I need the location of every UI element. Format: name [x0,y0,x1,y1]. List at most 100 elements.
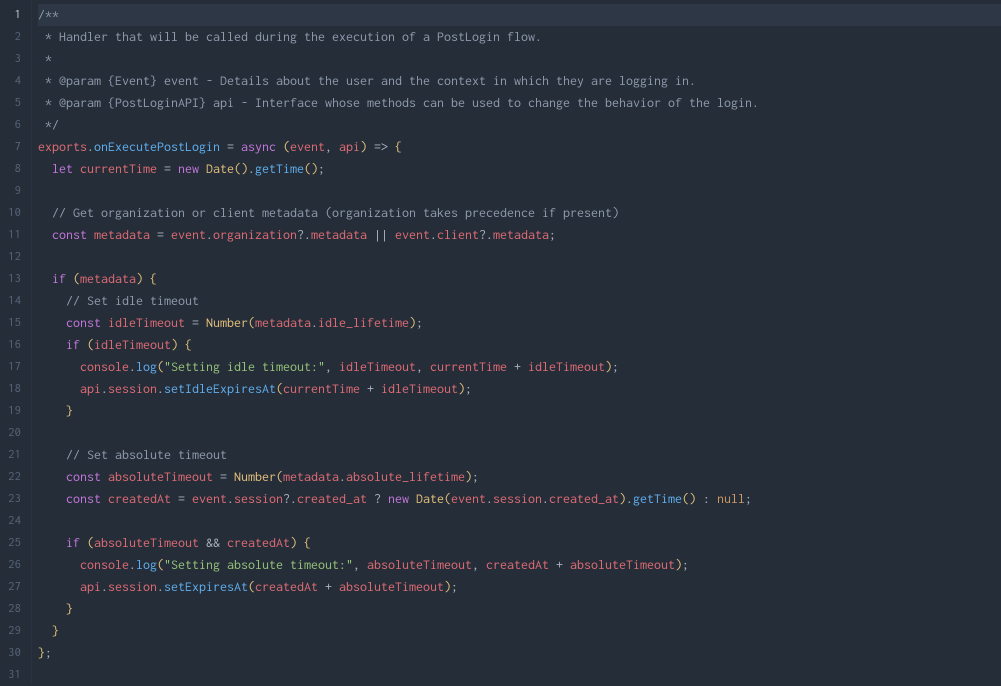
code-line[interactable]: /** [38,4,1001,26]
code-line[interactable]: }; [38,642,1001,664]
line-number: 1 [6,4,21,26]
code-token: . [430,227,437,242]
line-number: 7 [6,136,21,158]
code-line[interactable]: // Set idle timeout [38,290,1001,312]
code-token: . [339,469,346,484]
code-token: . [206,227,213,242]
line-number: 14 [6,290,21,312]
code-line[interactable] [38,246,1001,268]
code-token: currentTime [80,161,157,176]
code-line[interactable]: * Handler that will be called during the… [38,26,1001,48]
code-token: absoluteTimeout [570,557,675,572]
code-token [199,161,206,176]
code-line[interactable] [38,422,1001,444]
code-token [38,623,52,638]
code-token: metadata [255,315,311,330]
code-token [38,491,66,506]
code-line[interactable]: if (metadata) { [38,268,1001,290]
code-token: ( [248,315,255,330]
code-line[interactable]: const createdAt = event.session?.created… [38,488,1001,510]
code-token [171,161,178,176]
code-token: metadata [311,227,367,242]
code-line[interactable]: * @param {PostLoginAPI} api - Interface … [38,92,1001,114]
code-token [38,469,66,484]
code-token: . [129,359,136,374]
code-token: ; [682,557,689,572]
code-token [101,469,108,484]
code-token: () [682,491,696,506]
code-token: session [234,491,283,506]
code-line[interactable] [38,180,1001,202]
code-token [101,315,108,330]
code-token: ( [276,381,283,396]
code-line[interactable]: if (idleTimeout) { [38,334,1001,356]
code-token: , [325,359,339,374]
code-line[interactable]: */ [38,114,1001,136]
code-token: ? [374,491,381,506]
code-token: created_at [297,491,367,506]
code-token: const [52,227,87,242]
code-token: * Handler that will be called during the… [38,29,542,44]
code-token [38,403,66,418]
code-token: = [157,227,164,242]
code-token: metadata [80,271,136,286]
code-token: ; [451,579,458,594]
code-line[interactable]: * @param {Event} event - Details about t… [38,70,1001,92]
code-token: if [66,337,80,352]
code-token: => [374,139,388,154]
line-number: 25 [6,532,21,554]
code-token: createdAt [227,535,290,550]
code-token: console [80,557,129,572]
code-editor[interactable]: 1234567891011121314151617181920212223242… [0,0,1001,685]
code-line[interactable]: exports.onExecutePostLogin = async (even… [38,136,1001,158]
code-token: ( [283,139,290,154]
line-number: 29 [6,620,21,642]
code-token: { [150,271,157,286]
line-number: 4 [6,70,21,92]
code-token: new [388,491,409,506]
code-token: ; [465,381,472,396]
code-line[interactable]: } [38,620,1001,642]
code-token [38,601,66,616]
code-token: ( [87,337,94,352]
code-line[interactable]: const idleTimeout = Number(metadata.idle… [38,312,1001,334]
code-line[interactable]: console.log("Setting idle timeout:", idl… [38,356,1001,378]
line-number: 28 [6,598,21,620]
code-line[interactable]: console.log("Setting absolute timeout:",… [38,554,1001,576]
code-line[interactable]: api.session.setIdleExpiresAt(currentTime… [38,378,1001,400]
line-number: 19 [6,400,21,422]
code-token: ; [416,315,423,330]
code-token: . [157,381,164,396]
code-token [297,535,304,550]
code-token: createdAt [255,579,318,594]
code-line[interactable] [38,510,1001,532]
code-line[interactable]: api.session.setExpiresAt(createdAt + abs… [38,576,1001,598]
code-token [101,491,108,506]
code-token: = [220,469,227,484]
code-token [38,535,66,550]
code-line[interactable]: const metadata = event.organization?.met… [38,224,1001,246]
code-token: metadata [94,227,150,242]
code-line[interactable]: } [38,598,1001,620]
code-token: ; [318,161,325,176]
code-token [409,491,416,506]
code-line[interactable]: if (absoluteTimeout && createdAt) { [38,532,1001,554]
code-line[interactable] [38,664,1001,686]
code-token: + [325,579,332,594]
code-line[interactable]: const absoluteTimeout = Number(metadata.… [38,466,1001,488]
code-token: . [626,491,633,506]
code-line[interactable]: * [38,48,1001,70]
line-number: 26 [6,554,21,576]
code-area[interactable]: /** * Handler that will be called during… [32,0,1001,685]
code-token: event [171,227,206,242]
code-line[interactable]: // Get organization or client metadata (… [38,202,1001,224]
code-token [227,469,234,484]
code-token: ) [605,359,612,374]
code-token [507,359,514,374]
code-token: ) [619,491,626,506]
code-token: idleTimeout [108,315,185,330]
code-line[interactable]: // Set absolute timeout [38,444,1001,466]
code-line[interactable]: } [38,400,1001,422]
code-token: exports [38,139,87,154]
code-line[interactable]: let currentTime = new Date().getTime(); [38,158,1001,180]
